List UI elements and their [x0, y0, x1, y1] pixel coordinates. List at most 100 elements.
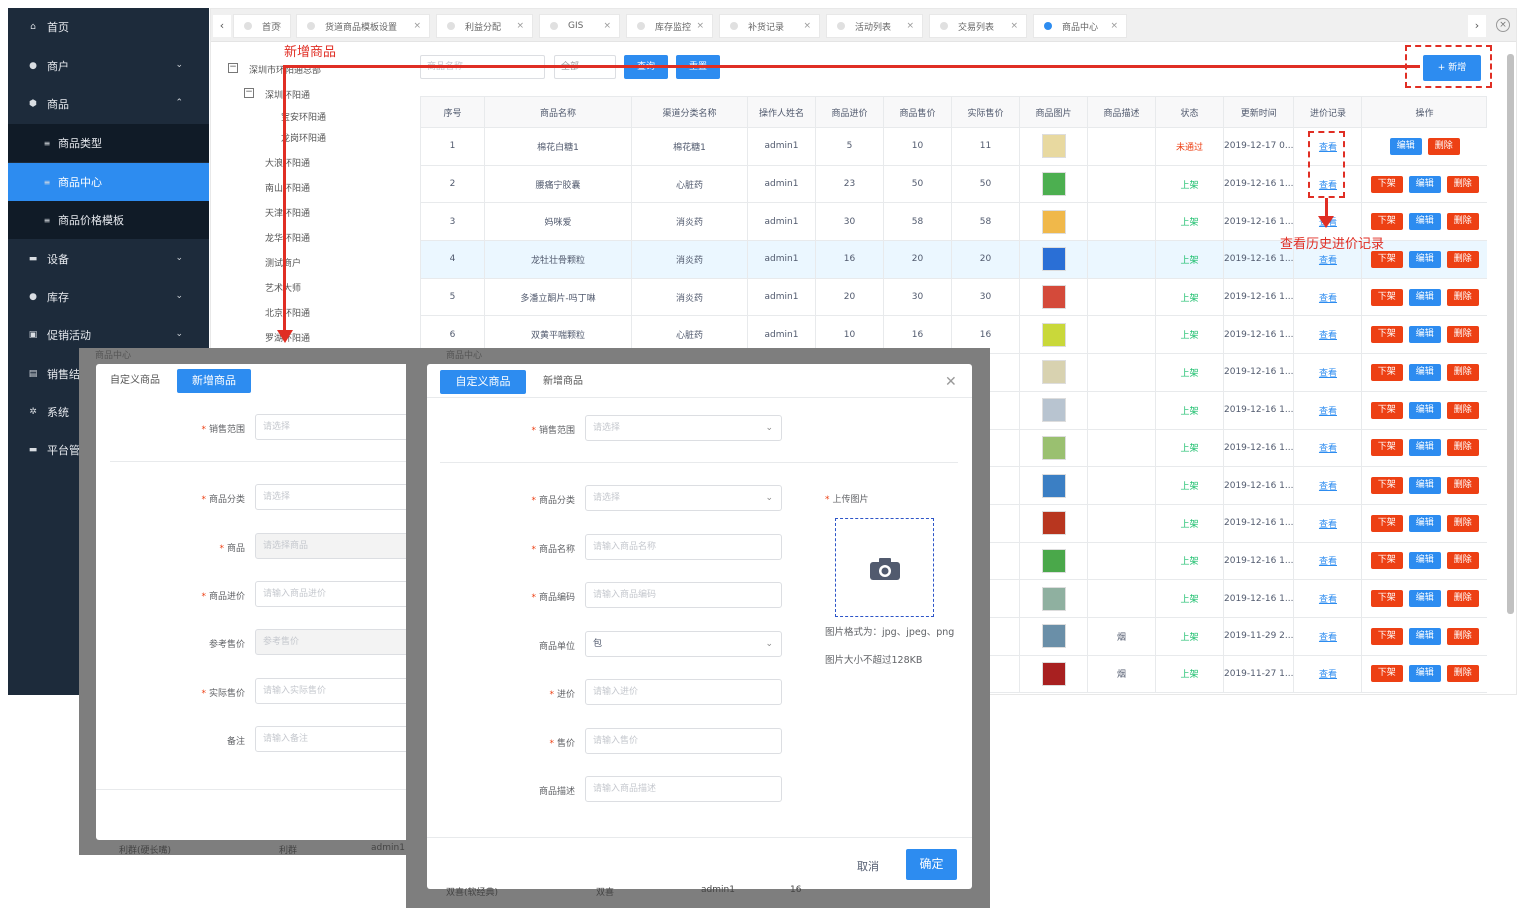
unlist-button[interactable]: 下架: [1370, 250, 1403, 268]
delete-button[interactable]: 删除: [1446, 326, 1479, 344]
tab-item[interactable]: 首页 ×: [233, 14, 291, 38]
form-input[interactable]: 请选择: [255, 484, 406, 510]
sidebar-item[interactable]: ≡ 商品类型: [8, 124, 209, 162]
tree-collapse-icon[interactable]: −: [228, 63, 238, 73]
tree-node[interactable]: 龙岗环阳通: [281, 131, 326, 144]
edit-button[interactable]: 编辑: [1408, 552, 1441, 570]
edit-button[interactable]: 编辑: [1408, 175, 1441, 193]
sidebar-item[interactable]: ⌂ 首页: [8, 8, 209, 46]
tab-custom-product[interactable]: 自定义商品: [104, 369, 166, 393]
tab-item[interactable]: 库存监控 ×: [626, 14, 713, 38]
view-history-link[interactable]: 查看: [1319, 557, 1337, 567]
scroll-thumb[interactable]: [1507, 54, 1514, 614]
unlist-button[interactable]: 下架: [1370, 665, 1403, 683]
form-input[interactable]: 请输入商品编码: [585, 582, 782, 608]
delete-button[interactable]: 删除: [1446, 665, 1479, 683]
sidebar-item[interactable]: ≡ 商品中心: [8, 163, 209, 201]
unlist-button[interactable]: 下架: [1370, 175, 1403, 193]
form-input[interactable]: 请输入商品进价: [255, 581, 406, 607]
edit-button[interactable]: 编辑: [1389, 137, 1422, 155]
view-history-link[interactable]: 查看: [1319, 331, 1337, 341]
form-input[interactable]: 请输入进价: [585, 679, 782, 705]
close-icon[interactable]: ×: [274, 21, 282, 31]
unlist-button[interactable]: 下架: [1370, 326, 1403, 344]
tree-node[interactable]: 天津环阳通: [265, 206, 310, 219]
close-icon[interactable]: ×: [413, 21, 421, 31]
tab-scroll-left-icon[interactable]: ‹: [213, 15, 231, 37]
delete-button[interactable]: 删除: [1446, 250, 1479, 268]
view-history-link[interactable]: 查看: [1319, 444, 1337, 454]
unlist-button[interactable]: 下架: [1370, 590, 1403, 608]
unlist-button[interactable]: 下架: [1370, 627, 1403, 645]
delete-button[interactable]: 删除: [1446, 213, 1479, 231]
form-input[interactable]: 请输入商品名称: [585, 534, 782, 560]
edit-button[interactable]: 编辑: [1408, 363, 1441, 381]
edit-button[interactable]: 编辑: [1408, 326, 1441, 344]
tab-new-product[interactable]: 新增商品: [535, 370, 591, 394]
tab-item[interactable]: 交易列表 ×: [929, 14, 1027, 38]
tab-custom-product[interactable]: 自定义商品: [440, 370, 526, 394]
edit-button[interactable]: 编辑: [1408, 627, 1441, 645]
view-history-link[interactable]: 查看: [1319, 670, 1337, 680]
edit-button[interactable]: 编辑: [1408, 590, 1441, 608]
table-scrollbar[interactable]: [1507, 44, 1514, 694]
unlist-button[interactable]: 下架: [1370, 288, 1403, 306]
tab-item[interactable]: 商品中心 ×: [1033, 14, 1127, 38]
edit-button[interactable]: 编辑: [1408, 665, 1441, 683]
delete-button[interactable]: 删除: [1446, 439, 1479, 457]
view-history-link[interactable]: 查看: [1319, 520, 1337, 530]
tree-node[interactable]: 深圳环阳通: [265, 88, 310, 101]
delete-button[interactable]: 删除: [1446, 363, 1479, 381]
close-icon[interactable]: ×: [1010, 21, 1018, 31]
view-history-link[interactable]: 查看: [1319, 482, 1337, 492]
delete-button[interactable]: 删除: [1446, 175, 1479, 193]
delete-button[interactable]: 删除: [1446, 552, 1479, 570]
edit-button[interactable]: 编辑: [1408, 514, 1441, 532]
cancel-button[interactable]: 取消: [857, 858, 879, 874]
view-history-link[interactable]: 查看: [1319, 256, 1337, 266]
view-history-link[interactable]: 查看: [1319, 407, 1337, 417]
close-icon[interactable]: ×: [803, 21, 811, 31]
close-all-tabs-icon[interactable]: ×: [1496, 18, 1510, 32]
tab-scroll-right-icon[interactable]: ›: [1468, 15, 1486, 37]
view-history-link[interactable]: 查看: [1319, 369, 1337, 379]
table-row[interactable]: 5 多潘立酮片-吗丁啉 消炎药 admin1 20 30 30 上架 2019-12-16 1.…: [420, 278, 1487, 317]
edit-button[interactable]: 编辑: [1408, 439, 1441, 457]
unlist-button[interactable]: 下架: [1370, 514, 1403, 532]
edit-button[interactable]: 编辑: [1408, 250, 1441, 268]
delete-button[interactable]: 删除: [1427, 137, 1460, 155]
sidebar-item[interactable]: ● 库存 ⌄: [8, 278, 209, 316]
edit-button[interactable]: 编辑: [1408, 213, 1441, 231]
close-icon[interactable]: ✕: [945, 374, 957, 390]
view-history-link[interactable]: 查看: [1319, 633, 1337, 643]
delete-button[interactable]: 删除: [1446, 627, 1479, 645]
close-icon[interactable]: ×: [603, 21, 611, 31]
form-input[interactable]: 请选择: [255, 414, 406, 440]
tab-item[interactable]: 活动列表 ×: [826, 14, 923, 38]
form-input[interactable]: 请选择 ⌄: [585, 485, 782, 511]
close-icon[interactable]: ×: [1110, 21, 1118, 31]
confirm-button[interactable]: 确定: [906, 849, 957, 880]
form-input[interactable]: 请输入备注: [255, 726, 406, 752]
sidebar-item[interactable]: ⬢ 商品 ⌃: [8, 85, 209, 123]
image-upload-area[interactable]: [835, 518, 934, 617]
tree-node[interactable]: 南山环阳通: [265, 181, 310, 194]
tab-item[interactable]: GIS ×: [539, 14, 620, 38]
delete-button[interactable]: 删除: [1446, 514, 1479, 532]
tree-node[interactable]: 龙华环阳通: [265, 231, 310, 244]
tab-new-product[interactable]: 新增商品: [177, 369, 251, 393]
form-input[interactable]: 请选择 ⌄: [585, 415, 782, 441]
form-input[interactable]: 请输入实际售价: [255, 678, 406, 704]
edit-button[interactable]: 编辑: [1408, 288, 1441, 306]
close-icon[interactable]: ×: [696, 21, 704, 31]
unlist-button[interactable]: 下架: [1370, 401, 1403, 419]
sidebar-item[interactable]: ▬ 设备 ⌄: [8, 240, 209, 278]
delete-button[interactable]: 删除: [1446, 477, 1479, 495]
tab-item[interactable]: 利益分配 ×: [436, 14, 533, 38]
delete-button[interactable]: 删除: [1446, 401, 1479, 419]
edit-button[interactable]: 编辑: [1408, 401, 1441, 419]
view-history-link[interactable]: 查看: [1319, 595, 1337, 605]
unlist-button[interactable]: 下架: [1370, 213, 1403, 231]
unlist-button[interactable]: 下架: [1370, 363, 1403, 381]
tree-node[interactable]: 大浪环阳通: [265, 156, 310, 169]
